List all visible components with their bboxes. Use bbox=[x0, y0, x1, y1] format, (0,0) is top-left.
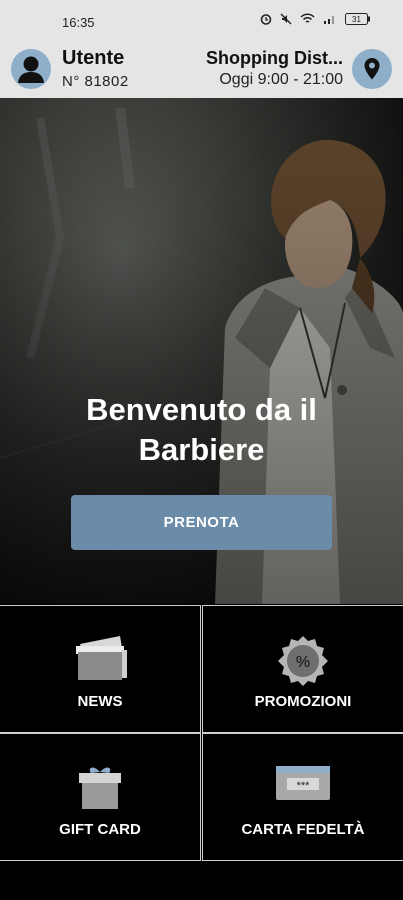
hero-title-line-1: Benvenuto da il bbox=[86, 392, 317, 427]
tile-gift-card[interactable]: GIFT CARD bbox=[0, 733, 201, 861]
tile-promozioni-label: PROMOZIONI bbox=[254, 693, 352, 710]
promo-badge-icon: % bbox=[278, 636, 328, 686]
status-time: 16:35 bbox=[62, 15, 95, 30]
app-header: Utente N° 81802 Shopping Dist... Oggi 9:… bbox=[0, 44, 403, 98]
store-hours: Oggi 9:00 - 21:00 bbox=[219, 71, 343, 88]
user-number: N° 81802 bbox=[62, 73, 129, 90]
svg-text:31: 31 bbox=[352, 15, 361, 24]
tile-carta-fedelta[interactable]: *** CARTA FEDELTÀ bbox=[202, 733, 403, 861]
user-name: Utente bbox=[62, 47, 125, 69]
store-location-button[interactable] bbox=[352, 49, 392, 89]
gift-icon bbox=[79, 767, 121, 809]
tile-carta-fedelta-label: CARTA FEDELTÀ bbox=[241, 821, 365, 838]
svg-text:***: *** bbox=[297, 780, 311, 792]
hero-banner: Benvenuto da il Barbiere PRENOTA bbox=[0, 98, 403, 604]
tile-gift-card-label: GIFT CARD bbox=[59, 821, 141, 838]
tile-news-label: NEWS bbox=[77, 693, 123, 710]
signal-icon bbox=[324, 16, 334, 24]
hero-title: Benvenuto da il Barbiere bbox=[0, 390, 403, 470]
hero-title-line-2: Barbiere bbox=[138, 432, 265, 467]
store-name[interactable]: Shopping Dist... bbox=[206, 48, 343, 69]
location-pin-icon bbox=[364, 58, 380, 80]
battery-icon: 31 bbox=[345, 13, 370, 25]
news-icon bbox=[76, 636, 127, 680]
bottom-area bbox=[0, 864, 403, 900]
status-icons: 31 bbox=[260, 13, 371, 25]
tile-promozioni[interactable]: % PROMOZIONI bbox=[202, 605, 403, 733]
status-bar: 16:35 31 bbox=[0, 0, 403, 44]
user-avatar[interactable] bbox=[11, 49, 51, 89]
user-icon bbox=[18, 56, 44, 83]
svg-text:%: % bbox=[296, 654, 310, 671]
wifi-icon bbox=[300, 13, 315, 23]
alarm-icon bbox=[260, 14, 272, 25]
mute-icon bbox=[280, 13, 292, 25]
tile-news[interactable]: NEWS bbox=[0, 605, 201, 733]
book-button[interactable]: PRENOTA bbox=[71, 495, 332, 550]
loyalty-card-icon: *** bbox=[276, 766, 330, 800]
